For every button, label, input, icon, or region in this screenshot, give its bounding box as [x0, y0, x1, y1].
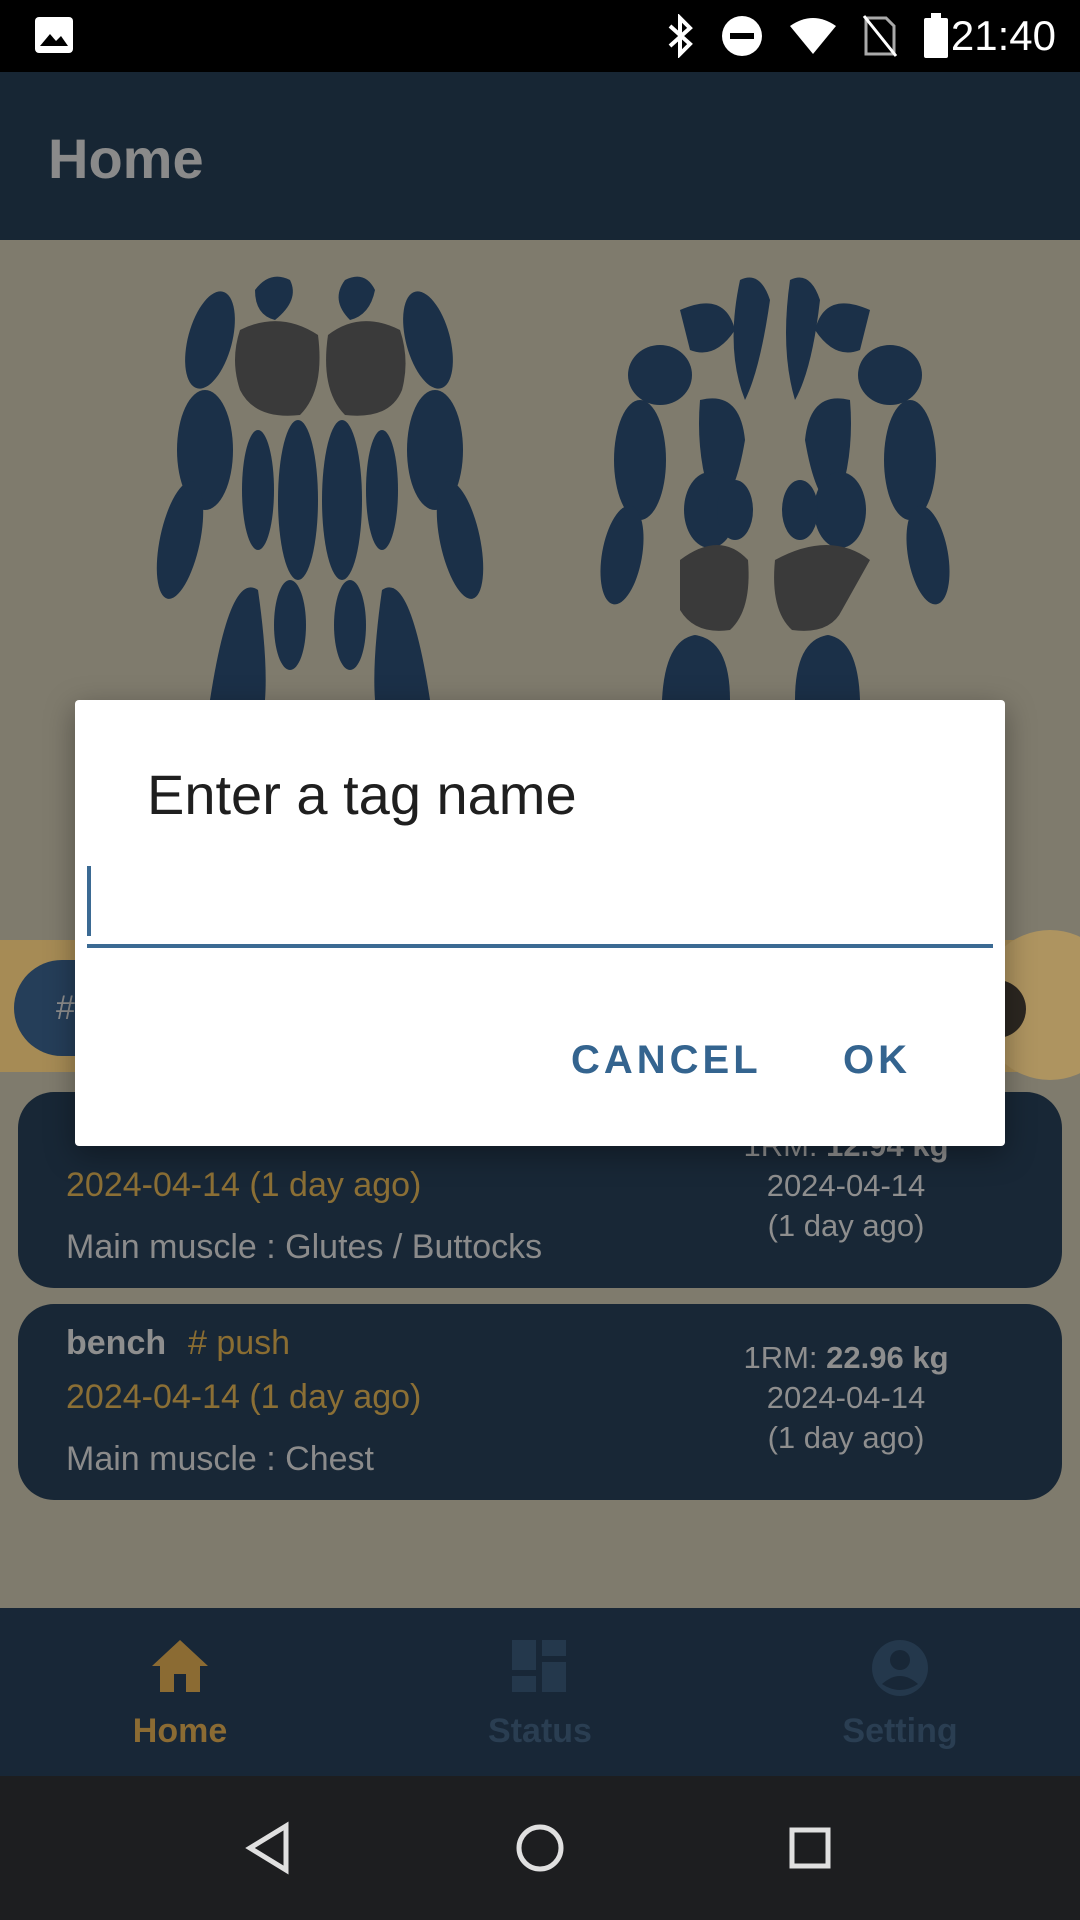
wifi-icon — [790, 18, 836, 54]
do-not-disturb-icon — [722, 16, 762, 56]
nav-home-label: Home — [132, 1712, 228, 1750]
ok-button[interactable]: OK — [843, 1038, 911, 1083]
bluetooth-icon — [668, 14, 693, 58]
nav-status-label: Status — [488, 1712, 592, 1750]
status-time: 21:40 — [950, 12, 1056, 59]
cancel-button[interactable]: CANCEL — [571, 1038, 762, 1083]
no-sim-icon — [862, 15, 898, 57]
nav-home[interactable]: Home — [0, 1608, 360, 1776]
text-cursor — [87, 866, 91, 936]
rm-value: 22.96 kg — [826, 1340, 949, 1375]
nav-setting-label: Setting — [842, 1712, 958, 1750]
home-circle-icon[interactable] — [510, 1818, 570, 1878]
back-glutes-highlight — [680, 545, 870, 631]
rm-ago: (1 day ago) — [767, 1208, 925, 1243]
dialog-title: Enter a tag name — [147, 763, 577, 826]
front-chest-highlight — [235, 321, 406, 416]
system-navigation-bar — [0, 1776, 1080, 1920]
exercise-main-muscle: Main muscle : Glutes / Buttocks — [66, 1228, 543, 1266]
dashboard-icon — [512, 1640, 566, 1692]
one-rep-max: 1RM: 22.96 kg 2024-04-14 (1 day ago) — [686, 1338, 1006, 1458]
nav-setting[interactable]: Setting — [720, 1608, 1080, 1776]
exercise-date: 2024-04-14 (1 day ago) — [66, 1166, 422, 1204]
exercise-tag: # push — [188, 1324, 291, 1362]
nav-status[interactable]: Status — [360, 1608, 720, 1776]
image-notification-icon — [35, 17, 73, 53]
back-body-figure — [600, 277, 950, 700]
status-icons — [666, 13, 950, 58]
exercise-main-muscle: Main muscle : Chest — [66, 1440, 374, 1478]
tag-name-dialog: Enter a tag name CANCEL OK — [75, 700, 1005, 1146]
exercise-name: bench — [66, 1324, 167, 1362]
app-bar: Home — [0, 72, 1080, 240]
rm-ago: (1 day ago) — [767, 1420, 925, 1455]
exercise-card[interactable]: bench # push 2024-04-14 (1 day ago) Main… — [18, 1304, 1062, 1500]
account-circle-icon — [872, 1640, 928, 1696]
tag-name-input[interactable] — [87, 860, 993, 948]
page-title: Home — [48, 127, 204, 190]
home-icon — [152, 1640, 208, 1692]
back-icon[interactable] — [240, 1818, 300, 1878]
status-bar: 21:40 — [0, 0, 1080, 72]
exercise-date: 2024-04-14 (1 day ago) — [66, 1378, 422, 1416]
rm-prefix: 1RM: — [743, 1340, 827, 1375]
rm-date: 2024-04-14 — [766, 1168, 926, 1203]
bottom-navigation: Home Status Setting — [0, 1608, 1080, 1776]
recents-icon[interactable] — [780, 1818, 840, 1878]
battery-icon — [924, 13, 948, 58]
rm-date: 2024-04-14 — [766, 1380, 926, 1415]
front-body-figure — [156, 276, 484, 700]
